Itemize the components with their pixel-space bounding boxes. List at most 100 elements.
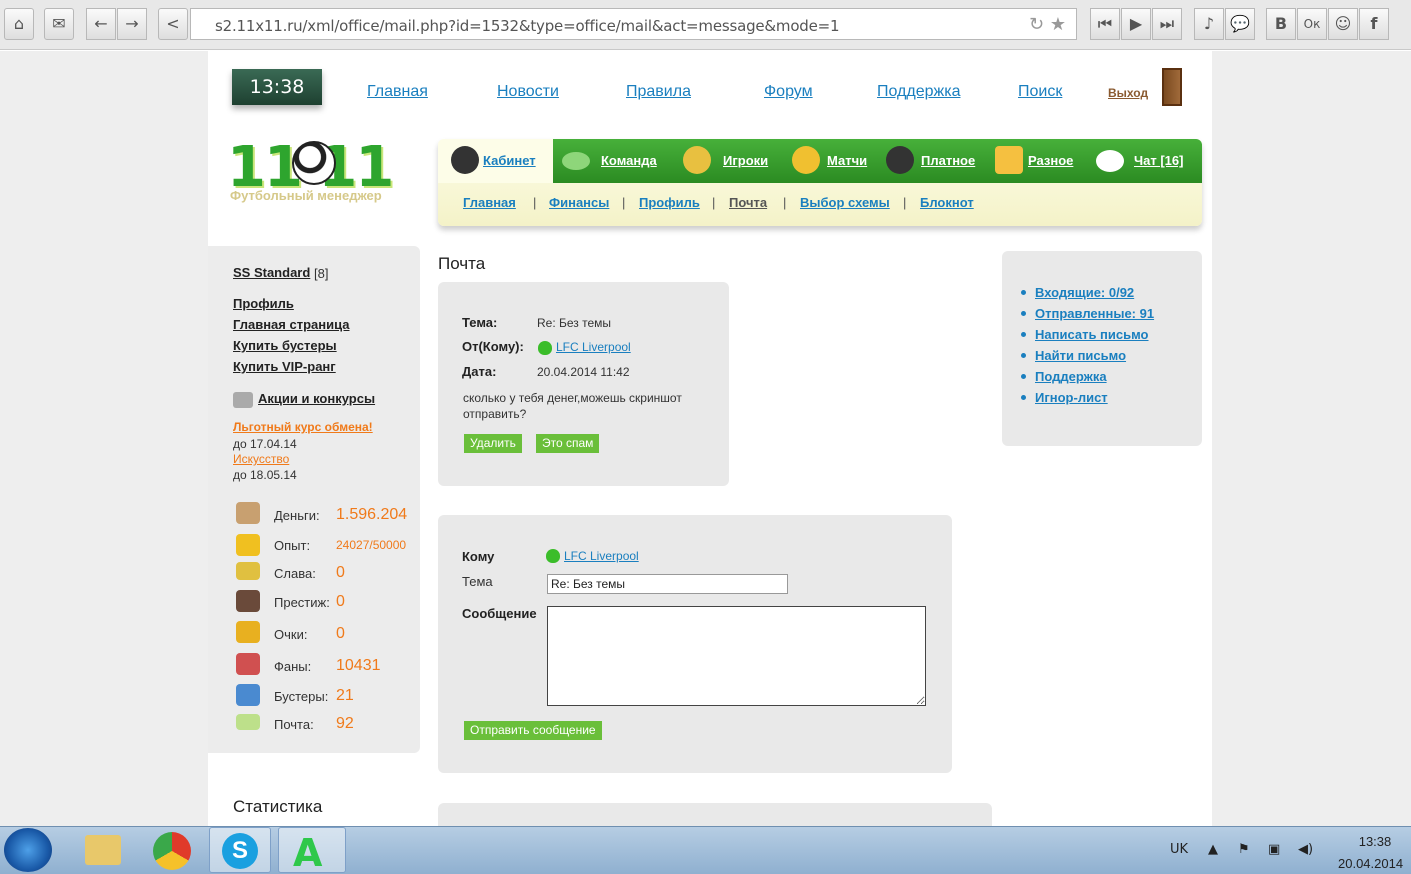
find-mail-link[interactable]: Найти письмо	[1035, 348, 1126, 363]
main-page-link[interactable]: Главная страница	[233, 317, 349, 332]
flag-icon[interactable]: ⚑	[1238, 842, 1250, 857]
fans-icon	[236, 653, 260, 675]
trophy-icon	[792, 146, 820, 174]
megaphone-icon	[233, 392, 253, 408]
ignore-list-link[interactable]: Игнор-лист	[1035, 390, 1108, 405]
mail-icon[interactable]: ✉	[44, 8, 74, 40]
stat-value-money: 1.596.204	[336, 506, 408, 523]
delete-button[interactable]: Удалить	[464, 434, 522, 453]
stat-value-prestige: 0	[336, 593, 345, 610]
to-label: Кому	[462, 549, 495, 564]
reload-star-icons[interactable]: ↻ ★	[1029, 14, 1066, 35]
stat-value-fans: 10431	[336, 657, 381, 674]
chrome-icon[interactable]	[141, 827, 203, 873]
odnoklassniki-icon[interactable]: Ок	[1297, 8, 1327, 40]
friends-icon[interactable]: ☺	[1328, 8, 1358, 40]
clock: 13:38	[232, 69, 322, 105]
app-a-icon[interactable]: A	[278, 827, 346, 874]
share-icon[interactable]: <	[158, 8, 188, 40]
subnav-mail[interactable]: Почта	[729, 195, 767, 210]
nav-search[interactable]: Поиск	[1018, 83, 1062, 101]
language-indicator[interactable]: UK	[1170, 842, 1188, 857]
play-icon[interactable]: ▶	[1121, 8, 1151, 40]
inbox-link[interactable]: Входящие: 0/92	[1035, 285, 1134, 300]
from-label: От(Кому):	[462, 339, 524, 354]
url-text[interactable]: s2.11x11.ru/xml/office/mail.php?id=1532&…	[215, 17, 840, 35]
compose-link[interactable]: Написать письмо	[1035, 327, 1149, 342]
tab-chat[interactable]: Чат [16]	[1134, 153, 1183, 168]
art-offer-date: до 18.05.14	[233, 468, 297, 482]
message-textarea[interactable]	[547, 606, 926, 706]
stat-label-fans: Фаны:	[274, 659, 312, 674]
explorer-icon[interactable]	[72, 827, 134, 873]
sender-link[interactable]: LFC Liverpool	[556, 340, 631, 354]
facebook-icon[interactable]: f	[1359, 8, 1389, 40]
nav-news[interactable]: Новости	[497, 83, 559, 101]
beer-icon	[995, 146, 1023, 174]
cup-icon	[236, 621, 260, 643]
nav-forum[interactable]: Форум	[764, 83, 813, 101]
exit-link[interactable]: Выход	[1108, 86, 1148, 100]
players-icon	[683, 146, 711, 174]
subnav-profile[interactable]: Профиль	[639, 195, 700, 210]
manager-icon	[451, 146, 479, 174]
buy-vip-link[interactable]: Купить VIP-ранг	[233, 359, 336, 374]
door-icon[interactable]	[1162, 68, 1182, 106]
profile-link[interactable]: Профиль	[233, 296, 294, 311]
recipient-link[interactable]: LFC Liverpool	[564, 549, 639, 563]
stat-label-prestige: Престиж:	[274, 595, 330, 610]
art-offer-link[interactable]: Искусство	[233, 452, 289, 466]
nav-support[interactable]: Поддержка	[877, 83, 960, 101]
buy-boosters-link[interactable]: Купить бустеры	[233, 338, 337, 353]
volume-icon[interactable]: ◀)	[1298, 842, 1313, 857]
stat-value-exp: 24027/50000	[336, 538, 407, 552]
address-bar[interactable]: s2.11x11.ru/xml/office/mail.php?id=1532&…	[190, 8, 1077, 40]
vk-icon[interactable]: В	[1266, 8, 1296, 40]
subnav-scheme[interactable]: Выбор схемы	[800, 195, 890, 210]
tab-team[interactable]: Команда	[601, 153, 657, 168]
coins-icon	[886, 146, 914, 174]
skype-icon[interactable]: S	[209, 827, 271, 873]
date-value: 20.04.2014 11:42	[537, 365, 630, 379]
stat-label-mail: Почта:	[274, 717, 314, 732]
stat-value-boosters: 21	[336, 687, 354, 704]
music-icon[interactable]: ♪	[1194, 8, 1224, 40]
tab-misc[interactable]: Разное	[1028, 153, 1073, 168]
forward-button[interactable]: →	[117, 8, 147, 40]
tray-time[interactable]: 13:38	[1345, 834, 1405, 849]
exchange-offer-link[interactable]: Льготный курс обмена!	[233, 420, 373, 434]
chat-icon[interactable]: 💬	[1225, 8, 1255, 40]
subnav-finance[interactable]: Финансы	[549, 195, 609, 210]
team-rank: [8]	[314, 266, 329, 281]
spam-button[interactable]: Это спам	[536, 434, 600, 453]
message-label: Сообщение	[462, 606, 537, 621]
stat-label-fame: Слава:	[274, 566, 316, 581]
mail-support-link[interactable]: Поддержка	[1035, 369, 1107, 384]
nav-rules[interactable]: Правила	[626, 83, 691, 101]
tray-arrow-icon[interactable]: ▲	[1208, 842, 1218, 857]
promo-link[interactable]: Акции и конкурсы	[258, 391, 375, 406]
subnav-notepad[interactable]: Блокнот	[920, 195, 974, 210]
message-panel	[438, 282, 729, 486]
prev-track-icon[interactable]: ⏮	[1090, 8, 1120, 40]
home-icon[interactable]: ⌂	[4, 8, 34, 40]
send-button[interactable]: Отправить сообщение	[464, 721, 602, 740]
stat-label-exp: Опыт:	[274, 538, 311, 553]
team-logo-icon	[538, 341, 552, 355]
subnav-home[interactable]: Главная	[463, 195, 516, 210]
tray-date[interactable]: 20.04.2014	[1338, 856, 1403, 871]
nav-home[interactable]: Главная	[367, 83, 428, 101]
start-button[interactable]	[4, 828, 52, 872]
tab-paid[interactable]: Платное	[921, 153, 975, 168]
next-track-icon[interactable]: ⏭	[1152, 8, 1182, 40]
stat-label-money: Деньги:	[274, 508, 320, 523]
sent-link[interactable]: Отправленные: 91	[1035, 306, 1154, 321]
back-button[interactable]: ←	[86, 8, 116, 40]
tab-cabinet[interactable]: Кабинет	[483, 153, 536, 168]
subject-input[interactable]	[547, 574, 788, 594]
tab-matches[interactable]: Матчи	[827, 153, 867, 168]
team-link[interactable]: SS Standard	[233, 265, 310, 280]
cheese-icon	[236, 534, 260, 556]
network-icon[interactable]: ▣	[1268, 842, 1280, 857]
tab-players[interactable]: Игроки	[723, 153, 768, 168]
